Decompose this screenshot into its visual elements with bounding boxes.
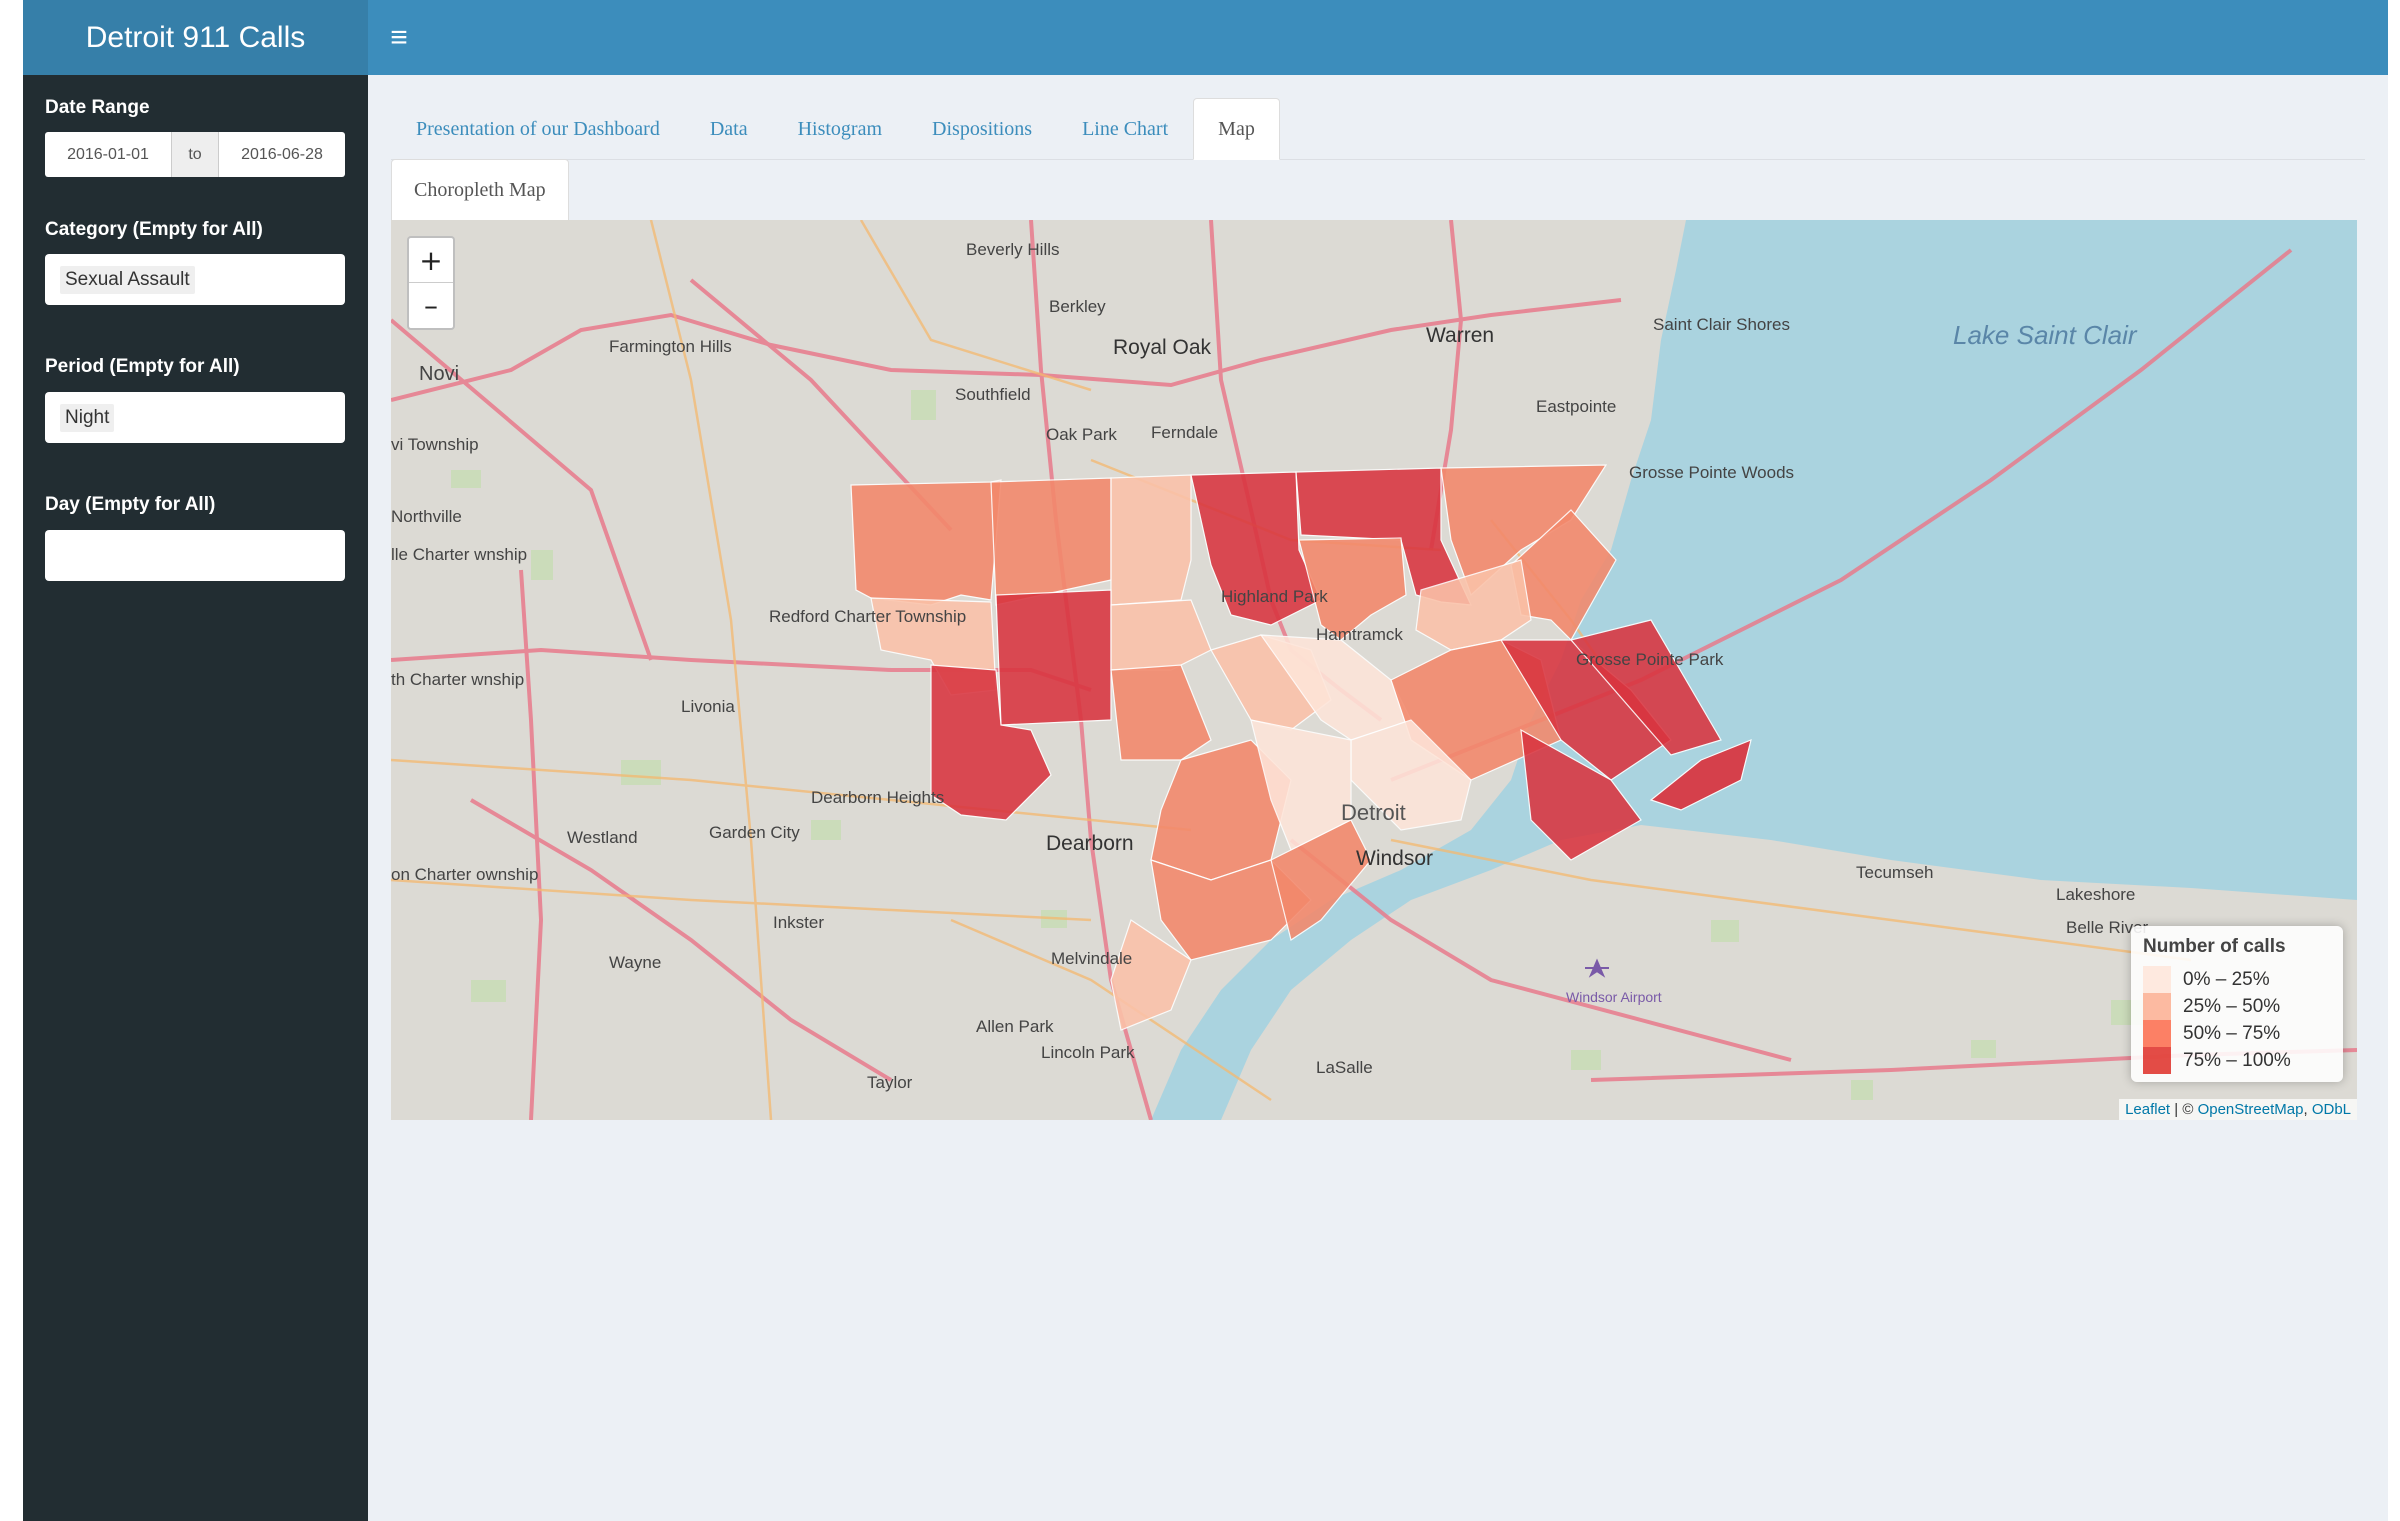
start-date-field[interactable]: 2016-01-01 <box>45 132 171 177</box>
place-hamtramck: Hamtramck <box>1316 625 1403 644</box>
place-windsor: Windsor <box>1356 847 1433 870</box>
attribution-comma: , <box>2303 1101 2312 1118</box>
place-windsor-airport: Windsor Airport <box>1566 989 1662 1005</box>
legend-label: 75% – 100% <box>2183 1049 2291 1071</box>
legend-title: Number of calls <box>2143 936 2286 957</box>
date-range-separator: to <box>171 132 219 177</box>
place-lake-saint-clair: Lake Saint Clair <box>1953 320 2138 350</box>
choropleth-map[interactable]: Beverly Hills Berkley Royal Oak Warren S… <box>391 220 2357 1120</box>
place-highland-park: Highland Park <box>1221 587 1328 606</box>
place-wayne: Wayne <box>609 953 661 972</box>
place-inkster: Inkster <box>773 913 824 932</box>
odbl-link[interactable]: ODbL <box>2312 1101 2351 1118</box>
date-range-input: 2016-01-01 to 2016-06-28 <box>45 132 345 177</box>
category-selected-chip[interactable]: Sexual Assault <box>60 265 195 294</box>
place-taylor: Taylor <box>867 1073 913 1092</box>
place-township-b: lle Charter wnship <box>391 545 527 564</box>
openstreetmap-link[interactable]: OpenStreetMap <box>2198 1101 2304 1118</box>
place-royal-oak: Royal Oak <box>1113 336 1212 359</box>
place-ferndale: Ferndale <box>1151 423 1218 442</box>
place-eastpointe: Eastpointe <box>1536 397 1616 416</box>
place-grosse-pointe-park: Grosse Pointe Park <box>1576 650 1724 669</box>
zoom-control: + – <box>407 236 455 330</box>
tab-choropleth-map[interactable]: Choropleth Map <box>391 159 569 220</box>
region-north-light[interactable] <box>1110 474 1192 606</box>
place-beverly-hills: Beverly Hills <box>966 240 1060 259</box>
legend-swatch <box>2143 1020 2171 1047</box>
main-tabs: Presentation of our Dashboard Data Histo… <box>391 98 2365 160</box>
place-grosse-pointe-woods: Grosse Pointe Woods <box>1629 463 1794 482</box>
place-farmington-hills: Farmington Hills <box>609 337 732 356</box>
tab-dispositions[interactable]: Dispositions <box>907 98 1057 160</box>
period-selected-chip[interactable]: Night <box>60 403 115 432</box>
sidebar-toggle-icon[interactable]: ≡ <box>368 0 430 75</box>
dashboard-app: Detroit 911 Calls ≡ Date Range 2016-01-0… <box>23 0 2388 1521</box>
legend-swatch <box>2143 993 2171 1020</box>
map-canvas[interactable]: Beverly Hills Berkley Royal Oak Warren S… <box>391 220 2357 1120</box>
place-garden-city: Garden City <box>709 823 800 842</box>
place-dearborn: Dearborn <box>1046 832 1134 855</box>
category-label: Category (Empty for All) <box>45 219 263 240</box>
place-saint-clair-shores: Saint Clair Shores <box>1653 315 1790 334</box>
map-attribution: Leaflet | © OpenStreetMap, ODbL <box>2119 1099 2357 1120</box>
place-township-a: vi Township <box>391 435 479 454</box>
legend-row: 25% – 50% <box>2143 993 2333 1020</box>
place-westland: Westland <box>567 828 638 847</box>
date-range-label: Date Range <box>45 97 150 118</box>
region-west-dark[interactable] <box>995 589 1112 726</box>
map-subtabs: Choropleth Map <box>391 159 569 220</box>
legend-swatch <box>2143 966 2171 993</box>
main-content: Presentation of our Dashboard Data Histo… <box>368 75 2388 1521</box>
legend-label: 50% – 75% <box>2183 1022 2281 1044</box>
place-melvindale: Melvindale <box>1051 949 1132 968</box>
place-lincoln-park: Lincoln Park <box>1041 1043 1135 1062</box>
leaflet-link[interactable]: Leaflet <box>2125 1101 2170 1118</box>
legend-row: 0% – 25% <box>2143 966 2333 993</box>
legend-label: 25% – 50% <box>2183 995 2281 1017</box>
place-novi: Novi <box>419 363 459 385</box>
legend-row: 75% – 100% <box>2143 1047 2333 1074</box>
tab-line-chart[interactable]: Line Chart <box>1057 98 1193 160</box>
tab-map[interactable]: Map <box>1193 98 1280 160</box>
place-berkley: Berkley <box>1049 297 1106 316</box>
place-warren: Warren <box>1426 324 1494 347</box>
end-date-field[interactable]: 2016-06-28 <box>219 132 345 177</box>
place-dearborn-heights: Dearborn Heights <box>811 788 944 807</box>
tab-data[interactable]: Data <box>685 98 773 160</box>
period-label: Period (Empty for All) <box>45 356 240 377</box>
period-select[interactable]: Night <box>45 392 345 443</box>
top-navbar: ≡ <box>368 0 2388 75</box>
region-northwest-a[interactable] <box>850 479 1002 606</box>
sidebar: Date Range 2016-01-01 to 2016-06-28 Cate… <box>23 75 368 1521</box>
legend-label: 0% – 25% <box>2183 968 2270 990</box>
place-lakeshore: Lakeshore <box>2056 885 2135 904</box>
app-title: Detroit 911 Calls <box>23 0 368 75</box>
place-township-d: on Charter ownship <box>391 865 538 884</box>
place-lasalle: LaSalle <box>1316 1058 1373 1077</box>
day-label: Day (Empty for All) <box>45 494 216 515</box>
place-township-c: th Charter wnship <box>391 670 524 689</box>
map-legend: Number of calls 0% – 25% 25% – 50% 50% –… <box>2131 926 2343 1082</box>
tab-histogram[interactable]: Histogram <box>773 98 907 160</box>
place-redford: Redford Charter Township <box>769 607 966 626</box>
day-select[interactable] <box>45 530 345 581</box>
place-detroit: Detroit <box>1341 800 1406 825</box>
category-select[interactable]: Sexual Assault <box>45 254 345 305</box>
legend-swatch <box>2143 1047 2171 1074</box>
zoom-out-button[interactable]: – <box>409 283 453 327</box>
place-northville: Northville <box>391 507 462 526</box>
place-allen-park: Allen Park <box>976 1017 1054 1036</box>
place-oak-park: Oak Park <box>1046 425 1117 444</box>
place-tecumseh: Tecumseh <box>1856 863 1933 882</box>
tab-presentation[interactable]: Presentation of our Dashboard <box>391 98 685 160</box>
place-livonia: Livonia <box>681 697 735 716</box>
attribution-separator: | © <box>2170 1101 2198 1118</box>
place-southfield: Southfield <box>955 385 1031 404</box>
zoom-in-button[interactable]: + <box>409 238 453 283</box>
legend-row: 50% – 75% <box>2143 1020 2333 1047</box>
